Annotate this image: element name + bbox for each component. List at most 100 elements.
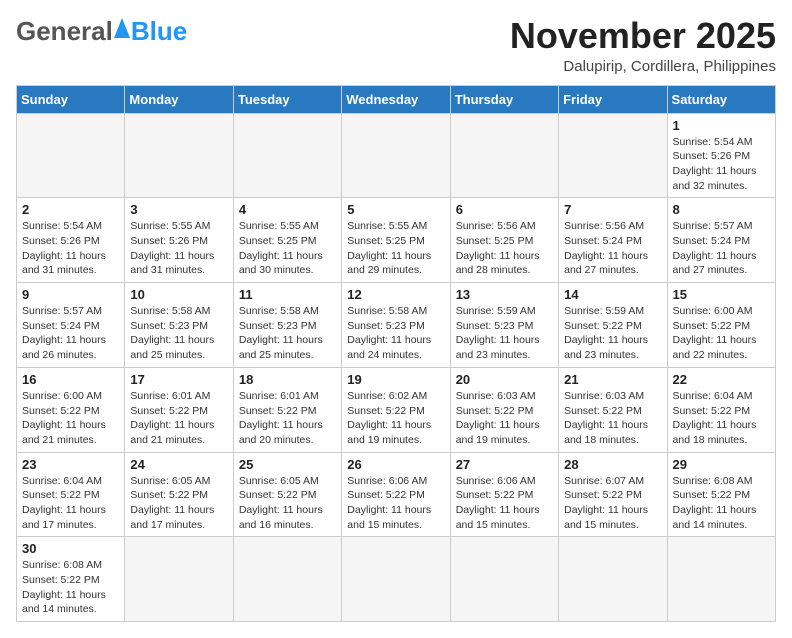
day-number: 10: [130, 287, 227, 302]
day-info: Sunrise: 6:03 AM Sunset: 5:22 PM Dayligh…: [564, 389, 661, 448]
day-number: 5: [347, 202, 444, 217]
calendar-cell: [342, 113, 450, 198]
weekday-header-wednesday: Wednesday: [342, 85, 450, 113]
calendar-cell: 5 Sunrise: 5:55 AM Sunset: 5:25 PM Daylig…: [342, 198, 450, 283]
calendar-week-row: 30 Sunrise: 6:08 AM Sunset: 5:22 PM Dayli…: [17, 537, 776, 622]
day-number: 3: [130, 202, 227, 217]
day-info: Sunrise: 6:05 AM Sunset: 5:22 PM Dayligh…: [239, 474, 336, 533]
day-number: 19: [347, 372, 444, 387]
calendar-cell: 9 Sunrise: 5:57 AM Sunset: 5:24 PM Daylig…: [17, 283, 125, 368]
day-number: 16: [22, 372, 119, 387]
day-info: Sunrise: 6:03 AM Sunset: 5:22 PM Dayligh…: [456, 389, 553, 448]
day-number: 8: [673, 202, 770, 217]
day-number: 6: [456, 202, 553, 217]
calendar-cell: 3 Sunrise: 5:55 AM Sunset: 5:26 PM Daylig…: [125, 198, 233, 283]
day-info: Sunrise: 6:02 AM Sunset: 5:22 PM Dayligh…: [347, 389, 444, 448]
calendar-cell: 4 Sunrise: 5:55 AM Sunset: 5:25 PM Daylig…: [233, 198, 341, 283]
day-number: 9: [22, 287, 119, 302]
day-info: Sunrise: 5:55 AM Sunset: 5:25 PM Dayligh…: [239, 219, 336, 278]
calendar-cell: 7Sunrise: 5:56 AM Sunset: 5:24 PM Daylig…: [559, 198, 667, 283]
weekday-header-saturday: Saturday: [667, 85, 775, 113]
header: General Blue November 2025 Dalupirip, Co…: [16, 16, 776, 75]
calendar-cell: 12Sunrise: 5:58 AM Sunset: 5:23 PM Dayli…: [342, 283, 450, 368]
calendar-cell: 21 Sunrise: 6:03 AM Sunset: 5:22 PM Dayli…: [559, 367, 667, 452]
day-number: 12: [347, 287, 444, 302]
day-info: Sunrise: 6:00 AM Sunset: 5:22 PM Dayligh…: [22, 389, 119, 448]
calendar-cell: 17 Sunrise: 6:01 AM Sunset: 5:22 PM Dayli…: [125, 367, 233, 452]
calendar-cell: [450, 113, 558, 198]
logo-general-text: General: [16, 16, 113, 47]
calendar-cell: [233, 113, 341, 198]
day-number: 22: [673, 372, 770, 387]
calendar-cell: 27Sunrise: 6:06 AM Sunset: 5:22 PM Dayli…: [450, 452, 558, 537]
calendar-cell: 13 Sunrise: 5:59 AM Sunset: 5:23 PM Dayli…: [450, 283, 558, 368]
day-info: Sunrise: 5:55 AM Sunset: 5:25 PM Dayligh…: [347, 219, 444, 278]
calendar-cell: 24Sunrise: 6:05 AM Sunset: 5:22 PM Dayli…: [125, 452, 233, 537]
day-number: 29: [673, 457, 770, 472]
day-info: Sunrise: 6:04 AM Sunset: 5:22 PM Dayligh…: [673, 389, 770, 448]
weekday-header-tuesday: Tuesday: [233, 85, 341, 113]
day-number: 13: [456, 287, 553, 302]
day-number: 26: [347, 457, 444, 472]
day-info: Sunrise: 5:59 AM Sunset: 5:22 PM Dayligh…: [564, 304, 661, 363]
calendar-cell: 16 Sunrise: 6:00 AM Sunset: 5:22 PM Dayli…: [17, 367, 125, 452]
day-number: 20: [456, 372, 553, 387]
calendar-cell: 14 Sunrise: 5:59 AM Sunset: 5:22 PM Dayli…: [559, 283, 667, 368]
calendar-cell: 10 Sunrise: 5:58 AM Sunset: 5:23 PM Dayli…: [125, 283, 233, 368]
calendar-cell: 1 Sunrise: 5:54 AM Sunset: 5:26 PM Daylig…: [667, 113, 775, 198]
calendar-cell: 15Sunrise: 6:00 AM Sunset: 5:22 PM Dayli…: [667, 283, 775, 368]
day-number: 7: [564, 202, 661, 217]
day-number: 27: [456, 457, 553, 472]
calendar-week-row: 16 Sunrise: 6:00 AM Sunset: 5:22 PM Dayli…: [17, 367, 776, 452]
day-info: Sunrise: 5:54 AM Sunset: 5:26 PM Dayligh…: [673, 135, 770, 194]
logo: General Blue: [16, 16, 187, 47]
day-info: Sunrise: 5:59 AM Sunset: 5:23 PM Dayligh…: [456, 304, 553, 363]
day-info: Sunrise: 6:07 AM Sunset: 5:22 PM Dayligh…: [564, 474, 661, 533]
calendar-cell: [125, 113, 233, 198]
logo-area: General Blue: [16, 16, 187, 47]
day-number: 30: [22, 541, 119, 556]
weekday-header-thursday: Thursday: [450, 85, 558, 113]
day-info: Sunrise: 6:01 AM Sunset: 5:22 PM Dayligh…: [239, 389, 336, 448]
title-area: November 2025 Dalupirip, Cordillera, Phi…: [510, 16, 776, 75]
logo-blue-text: Blue: [131, 16, 187, 47]
day-info: Sunrise: 5:58 AM Sunset: 5:23 PM Dayligh…: [239, 304, 336, 363]
day-info: Sunrise: 5:55 AM Sunset: 5:26 PM Dayligh…: [130, 219, 227, 278]
day-number: 17: [130, 372, 227, 387]
day-number: 4: [239, 202, 336, 217]
day-number: 25: [239, 457, 336, 472]
weekday-header-sunday: Sunday: [17, 85, 125, 113]
day-info: Sunrise: 6:01 AM Sunset: 5:22 PM Dayligh…: [130, 389, 227, 448]
weekday-header-monday: Monday: [125, 85, 233, 113]
calendar-cell: [233, 537, 341, 622]
day-number: 14: [564, 287, 661, 302]
calendar-cell: 23 Sunrise: 6:04 AM Sunset: 5:22 PM Dayli…: [17, 452, 125, 537]
day-info: Sunrise: 6:08 AM Sunset: 5:22 PM Dayligh…: [22, 558, 119, 617]
day-number: 15: [673, 287, 770, 302]
calendar-cell: [125, 537, 233, 622]
day-number: 11: [239, 287, 336, 302]
day-number: 21: [564, 372, 661, 387]
calendar-cell: [450, 537, 558, 622]
calendar-cell: [559, 537, 667, 622]
day-info: Sunrise: 5:57 AM Sunset: 5:24 PM Dayligh…: [22, 304, 119, 363]
day-info: Sunrise: 5:58 AM Sunset: 5:23 PM Dayligh…: [130, 304, 227, 363]
day-info: Sunrise: 6:04 AM Sunset: 5:22 PM Dayligh…: [22, 474, 119, 533]
day-number: 23: [22, 457, 119, 472]
location-subtitle: Dalupirip, Cordillera, Philippines: [510, 58, 776, 75]
calendar-cell: [559, 113, 667, 198]
weekday-header-row: SundayMondayTuesdayWednesdayThursdayFrid…: [17, 85, 776, 113]
day-info: Sunrise: 6:08 AM Sunset: 5:22 PM Dayligh…: [673, 474, 770, 533]
calendar-week-row: 2Sunrise: 5:54 AM Sunset: 5:26 PM Daylig…: [17, 198, 776, 283]
day-info: Sunrise: 5:57 AM Sunset: 5:24 PM Dayligh…: [673, 219, 770, 278]
day-number: 28: [564, 457, 661, 472]
calendar-cell: 30 Sunrise: 6:08 AM Sunset: 5:22 PM Dayli…: [17, 537, 125, 622]
day-info: Sunrise: 6:05 AM Sunset: 5:22 PM Dayligh…: [130, 474, 227, 533]
calendar-table: SundayMondayTuesdayWednesdayThursdayFrid…: [16, 85, 776, 623]
day-number: 1: [673, 118, 770, 133]
calendar-cell: 22 Sunrise: 6:04 AM Sunset: 5:22 PM Dayli…: [667, 367, 775, 452]
month-title: November 2025: [510, 16, 776, 56]
day-info: Sunrise: 6:06 AM Sunset: 5:22 PM Dayligh…: [347, 474, 444, 533]
calendar-cell: 26 Sunrise: 6:06 AM Sunset: 5:22 PM Dayli…: [342, 452, 450, 537]
weekday-header-friday: Friday: [559, 85, 667, 113]
